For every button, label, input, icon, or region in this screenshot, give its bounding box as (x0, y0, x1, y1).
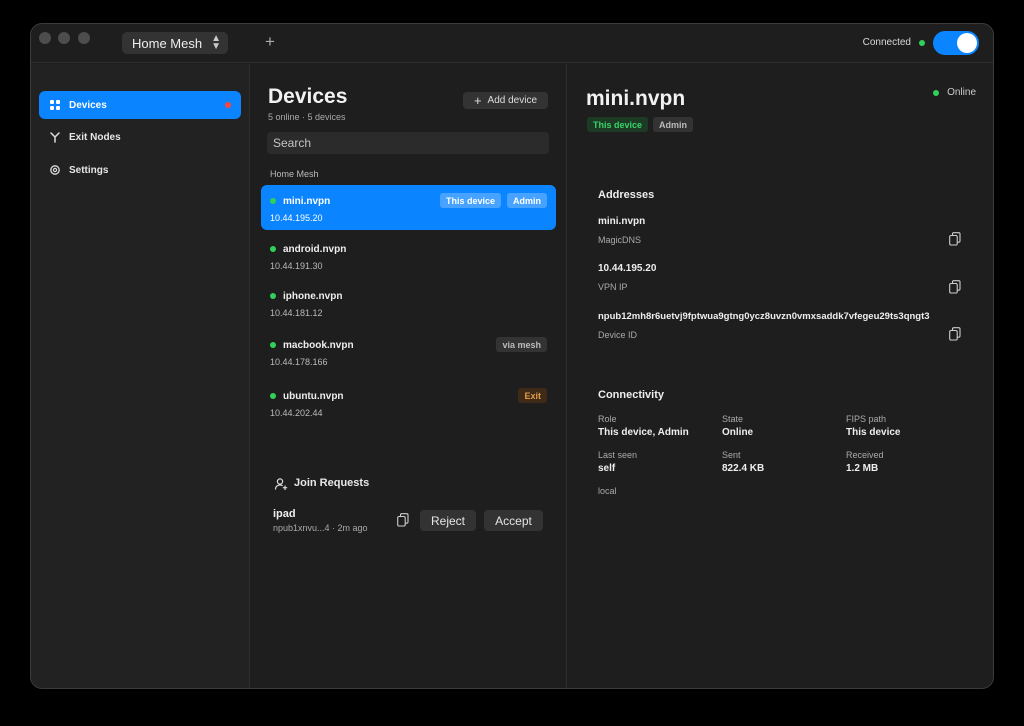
received-label: Received (846, 450, 884, 460)
device-id-label: Device ID (598, 330, 638, 340)
online-dot (270, 342, 276, 348)
device-row-iphone[interactable]: iphone.nvpn 10.44.181.12 (261, 280, 556, 325)
zoom-window-button[interactable] (78, 32, 90, 44)
request-device-sub: npub1xnvu...4 · 2m ago (273, 523, 368, 533)
device-id-value: npub12mh8r6uetvj9fptwua9gtng0ycz8uvzn0vm… (598, 311, 930, 322)
page-title: Devices (268, 85, 348, 108)
search-input[interactable] (267, 132, 549, 154)
magicdns-label: MagicDNS (598, 235, 642, 245)
request-device-name: ipad (273, 508, 296, 520)
online-dot (270, 198, 276, 204)
state-label: State (722, 414, 744, 424)
exit-badge: Exit (518, 388, 547, 403)
grid-icon (49, 99, 61, 111)
device-row-macbook[interactable]: macbook.nvpn 10.44.178.166 via mesh (261, 329, 556, 374)
status-indicator: Online (933, 87, 976, 98)
this-device-badge: This device (587, 117, 649, 132)
join-requests-title: Join Requests (294, 477, 370, 489)
mesh-selector-label: Home Mesh (132, 35, 203, 51)
notification-badge (225, 102, 231, 108)
minimize-window-button[interactable] (58, 32, 70, 44)
connection-toggle[interactable] (933, 31, 979, 55)
sent-value: 822.4 KB (722, 463, 765, 474)
role-label: Role (598, 414, 617, 424)
device-ip: 10.44.202.44 (270, 408, 323, 418)
device-ip: 10.44.181.12 (270, 308, 323, 318)
admin-badge: Admin (507, 193, 547, 208)
this-device-badge: This device (439, 193, 501, 208)
device-name: mini.nvpn (283, 196, 331, 207)
device-row-mini[interactable]: mini.nvpn 10.44.195.20 This device Admin (261, 185, 556, 230)
sidebar-item-exit-nodes[interactable]: Exit Nodes (39, 123, 241, 151)
sent-label: Sent (722, 450, 741, 460)
devices-panel: Devices 5 online · 5 devices + Add devic… (250, 64, 567, 688)
role-value: This device, Admin (598, 427, 689, 438)
sidebar-item-label: Settings (69, 164, 109, 176)
copy-icon[interactable] (949, 280, 961, 299)
group-label: Home Mesh (270, 169, 319, 179)
lastseen-value: self (598, 463, 616, 474)
sidebar-item-settings[interactable]: Settings (39, 156, 241, 184)
device-ip: 10.44.178.166 (270, 357, 328, 367)
accept-button[interactable]: Accept (484, 510, 543, 531)
app-window: Home Mesh ▲ ▼ + Connected Devices Exit No… (30, 23, 994, 689)
received-value: 1.2 MB (846, 463, 879, 474)
devices-summary: 5 online · 5 devices (268, 112, 346, 122)
title-bar: Home Mesh ▲ ▼ + Connected (31, 24, 993, 63)
admin-badge: Admin (653, 117, 694, 132)
reject-button[interactable]: Reject (420, 510, 476, 531)
connection-status-label: Connected (862, 37, 911, 48)
online-dot (270, 246, 276, 252)
connection-status-dot (919, 40, 925, 46)
vpn-ip-label: VPN IP (598, 282, 628, 292)
toggle-knob (957, 33, 977, 53)
device-name: iphone.nvpn (283, 291, 343, 302)
device-row-ubuntu[interactable]: ubuntu.nvpn 10.44.202.44 Exit (261, 380, 556, 425)
plus-icon: + (473, 92, 482, 108)
close-window-button[interactable] (39, 32, 51, 44)
gear-icon (49, 164, 61, 176)
add-device-label: Add device (487, 95, 538, 106)
fips-value: This device (846, 427, 901, 438)
sidebar: Devices Exit Nodes Settings (31, 64, 250, 688)
add-mesh-button[interactable]: + (265, 32, 275, 52)
device-name: ubuntu.nvpn (283, 391, 344, 402)
add-device-button[interactable]: + Add device (463, 92, 548, 109)
device-ip: 10.44.191.30 (270, 261, 323, 271)
fork-icon (49, 131, 61, 143)
via-mesh-badge: via mesh (496, 337, 547, 352)
device-row-android[interactable]: android.nvpn 10.44.191.30 (261, 233, 556, 278)
online-dot (270, 393, 276, 399)
mesh-selector[interactable]: Home Mesh ▲ ▼ (122, 32, 228, 54)
person-add-icon (274, 477, 288, 496)
copy-icon[interactable] (397, 513, 409, 532)
status-label: Online (947, 87, 976, 98)
copy-icon[interactable] (949, 327, 961, 346)
detail-title: mini.nvpn (586, 87, 686, 110)
online-dot (270, 293, 276, 299)
state-value: Online (722, 427, 754, 438)
local-note: local (598, 486, 617, 496)
sidebar-item-devices[interactable]: Devices (39, 91, 241, 119)
sidebar-item-label: Exit Nodes (69, 131, 121, 143)
chevron-up-down-icon: ▲ ▼ (211, 33, 221, 52)
connectivity-title: Connectivity (598, 389, 665, 401)
device-name: macbook.nvpn (283, 340, 354, 351)
device-name: android.nvpn (283, 244, 347, 255)
fips-label: FIPS path (846, 414, 887, 424)
magicdns-value: mini.nvpn (598, 216, 646, 227)
vpn-ip-value: 10.44.195.20 (598, 263, 657, 274)
addresses-title: Addresses (598, 189, 655, 201)
device-ip: 10.44.195.20 (270, 213, 323, 223)
sidebar-item-label: Devices (69, 99, 107, 111)
device-detail-panel: mini.nvpn Online This device Admin Addre… (567, 64, 993, 688)
online-dot (933, 89, 940, 96)
copy-icon[interactable] (949, 232, 961, 251)
lastseen-label: Last seen (598, 450, 638, 460)
